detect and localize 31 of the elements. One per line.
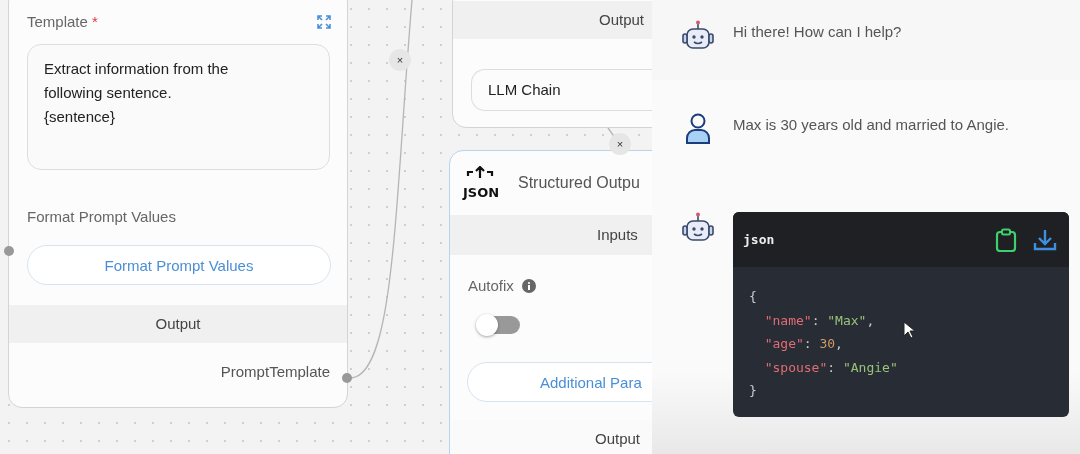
expand-icon[interactable] [317, 14, 331, 29]
template-textarea[interactable]: Extract information from the following sentence. {sentence} [27, 44, 330, 170]
section-header: Inputs [450, 215, 652, 255]
code-line: } [749, 382, 757, 400]
autofix-toggle[interactable] [478, 316, 520, 334]
field-label: Format Prompt Values [26, 207, 177, 225]
info-icon[interactable] [521, 278, 536, 293]
field-label: Template * [27, 13, 98, 30]
format-prompt-values-button[interactable]: Format Prompt Values [27, 245, 331, 285]
message-text: Max is 30 years old and married to Angie. [733, 115, 1009, 133]
input-handle[interactable] [4, 246, 14, 256]
message-text: Hi there! How can I help? [733, 22, 902, 40]
output-label: PromptTemplate [219, 362, 331, 380]
download-icon[interactable] [1033, 227, 1057, 252]
section-header: Output [9, 305, 347, 343]
section-header: Output [453, 1, 652, 39]
field-label: Autofix [468, 277, 514, 294]
node-title: Structured Outpu [518, 174, 640, 192]
output-handle[interactable] [342, 373, 352, 383]
copy-icon[interactable] [995, 227, 1017, 252]
additional-parameters-button[interactable]: Additional Para [467, 362, 652, 402]
code-language: json [743, 232, 776, 247]
code-line: "spouse": "Angie" [763, 358, 898, 377]
code-line: "name": "Max", [763, 311, 875, 330]
delete-edge-button[interactable]: × [389, 49, 411, 71]
code-line: { [749, 288, 757, 306]
code-line: "age": 30, [763, 335, 843, 353]
delete-edge-button[interactable]: × [609, 133, 631, 155]
robot-avatar-icon [681, 20, 715, 52]
mouse-cursor-icon [903, 321, 915, 339]
robot-avatar-icon [681, 212, 715, 244]
